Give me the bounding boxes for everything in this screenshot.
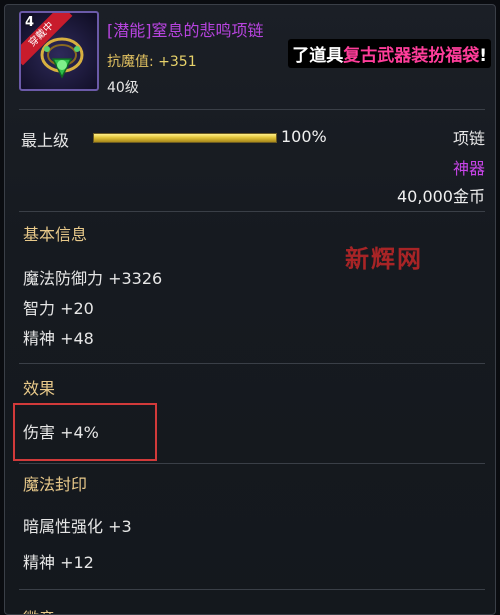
item-rarity: 神器 (452, 159, 485, 178)
magic-resist: 抗魔值: +351 (107, 51, 197, 71)
stat-line: 伤害 +4% (23, 423, 99, 442)
seal-divider (19, 589, 485, 590)
magic-resist-label: 抗魔值: (107, 54, 159, 70)
stat-line: 精神 +12 (23, 553, 94, 572)
durability-bar-fill (94, 134, 276, 142)
stat-line: 魔法防御力 +3326 (23, 269, 163, 288)
durability-label: 最上级 (21, 131, 70, 150)
watermark: 新辉网 (345, 244, 423, 273)
item-slot-type: 项链 (452, 129, 485, 148)
necklace-icon (40, 37, 84, 79)
section-title-effect: 效果 (23, 379, 56, 398)
stat-line: 精神 +48 (23, 329, 94, 348)
stat-line: 智力 +20 (23, 299, 94, 318)
promo-text-pink: 复古武器装扮福袋 (343, 46, 480, 66)
basic-divider (19, 363, 485, 364)
section-title-next: 徽章 (23, 605, 55, 614)
magic-resist-value: +351 (158, 54, 197, 70)
item-tooltip: 4 穿戴中 [潜能]窒息的悲鸣项链 抗魔值: +351 40级 了道具复古武器装… (4, 4, 496, 615)
promo-banner: 了道具复古武器装扮福袋! (288, 39, 491, 68)
stat-line: 暗属性强化 +3 (23, 517, 132, 536)
durability-percent: 100% (281, 127, 327, 146)
item-icon-slot[interactable]: 4 穿戴中 (19, 11, 99, 91)
promo-text-white: 了道具 (292, 46, 344, 66)
item-title: [潜能]窒息的悲鸣项链 (107, 21, 264, 40)
meta-divider (19, 211, 485, 212)
header-divider (19, 109, 485, 110)
item-level: 40级 (107, 80, 139, 96)
durability-bar (93, 133, 277, 143)
icon-level-badge: 4 (25, 15, 35, 30)
section-title-basic: 基本信息 (23, 225, 88, 244)
section-title-seal: 魔法封印 (23, 475, 88, 494)
item-price: 40,000金币 (397, 187, 485, 206)
promo-text-suffix: ! (479, 46, 487, 66)
effect-divider (19, 463, 485, 464)
